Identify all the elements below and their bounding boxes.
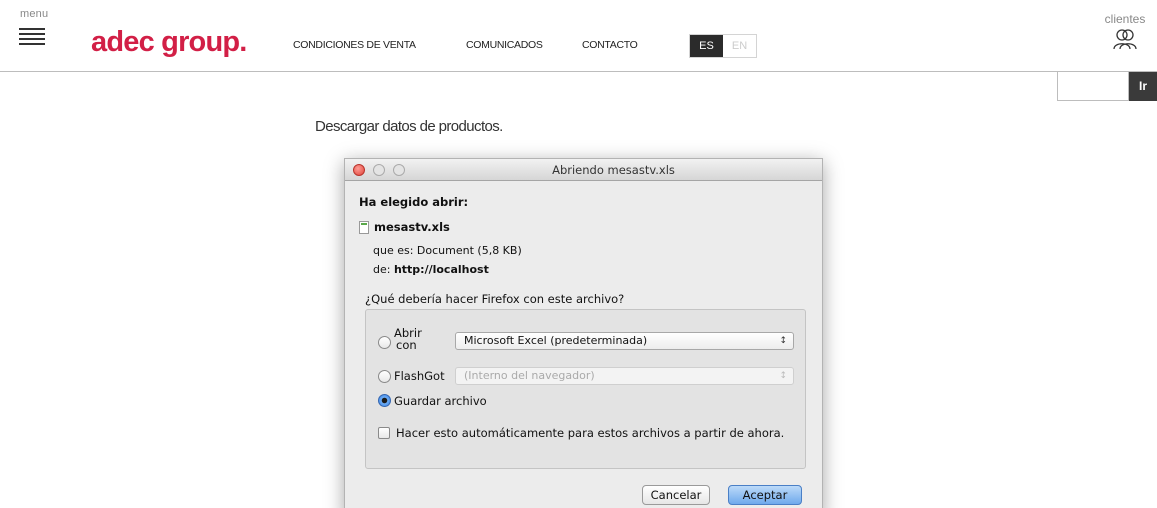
open-with-label-line2: con bbox=[396, 338, 417, 352]
auto-action-checkbox[interactable] bbox=[378, 427, 390, 439]
auto-action-label[interactable]: Hacer esto automáticamente para estos ar… bbox=[396, 426, 784, 440]
action-options-group: Abrir con Microsoft Excel (predeterminad… bbox=[365, 309, 806, 469]
menu-label: menu bbox=[20, 8, 49, 20]
header-divider bbox=[0, 71, 1157, 72]
cancel-button[interactable]: Cancelar bbox=[642, 485, 710, 505]
download-dialog: Abriendo mesastv.xls Ha elegido abrir: m… bbox=[344, 158, 823, 508]
file-source-line: de: http://localhost bbox=[373, 263, 489, 276]
flashgot-label[interactable]: FlashGot bbox=[394, 369, 445, 383]
open-with-radio[interactable] bbox=[378, 336, 391, 349]
select-arrows-icon: ↕ bbox=[779, 336, 787, 346]
nav-comunicados[interactable]: COMUNICADOS bbox=[466, 39, 543, 51]
dialog-title: Abriendo mesastv.xls bbox=[552, 163, 675, 177]
open-with-app-value: Microsoft Excel (predeterminada) bbox=[464, 334, 648, 347]
file-source-host: http://localhost bbox=[393, 263, 489, 276]
flashgot-radio[interactable] bbox=[378, 370, 391, 383]
file-type-line: que es: Document (5,8 KB) bbox=[373, 244, 522, 257]
hamburger-icon[interactable] bbox=[19, 28, 45, 46]
save-file-label[interactable]: Guardar archivo bbox=[394, 394, 487, 408]
file-icon bbox=[359, 220, 369, 234]
clientes-label: clientes bbox=[1104, 12, 1146, 26]
lang-es-button[interactable]: ES bbox=[690, 35, 723, 57]
menu-toggle[interactable]: menu bbox=[20, 8, 70, 20]
file-source-prefix: de: bbox=[373, 263, 394, 276]
file-row: mesastv.xls bbox=[359, 220, 450, 234]
language-switcher: ES EN bbox=[689, 34, 757, 58]
flashgot-select: (Interno del navegador) ↕ bbox=[455, 367, 794, 385]
nav-contacto[interactable]: CONTACTO bbox=[582, 39, 638, 51]
action-question: ¿Qué debería hacer Firefox con este arch… bbox=[365, 292, 625, 306]
search-input[interactable] bbox=[1057, 72, 1129, 101]
page-title: Descargar datos de productos. bbox=[315, 118, 503, 135]
open-with-app-select[interactable]: Microsoft Excel (predeterminada) ↕ bbox=[455, 332, 794, 350]
flashgot-select-value: (Interno del navegador) bbox=[464, 369, 595, 382]
file-name: mesastv.xls bbox=[374, 220, 450, 234]
open-with-label[interactable]: Abrir con bbox=[394, 327, 422, 351]
clientes-people-icon bbox=[1113, 29, 1137, 50]
dialog-heading: Ha elegido abrir: bbox=[359, 195, 469, 209]
lang-en-button[interactable]: EN bbox=[723, 35, 756, 57]
save-file-radio[interactable] bbox=[378, 394, 391, 407]
select-arrows-icon: ↕ bbox=[779, 371, 787, 381]
site-logo[interactable]: adec group. bbox=[91, 26, 247, 59]
nav-condiciones-de-venta[interactable]: CONDICIONES DE VENTA bbox=[293, 39, 416, 51]
dialog-titlebar[interactable]: Abriendo mesastv.xls bbox=[345, 159, 822, 181]
clientes-link[interactable]: clientes bbox=[1100, 12, 1150, 50]
search-go-button[interactable]: Ir bbox=[1129, 72, 1157, 101]
accept-button[interactable]: Aceptar bbox=[728, 485, 802, 505]
